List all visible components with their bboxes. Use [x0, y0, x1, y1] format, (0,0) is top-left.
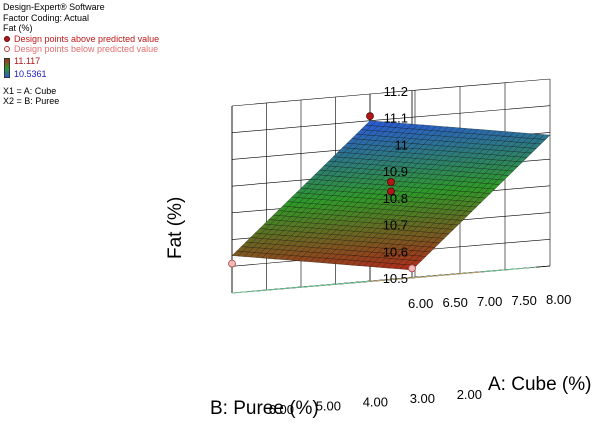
z-tick-label: 10.6	[383, 244, 408, 259]
x-tick-label: 8.00	[546, 292, 571, 307]
design-point-below	[228, 259, 236, 268]
z-tick-label: 10.9	[383, 164, 408, 179]
z-tick-label: 11	[395, 137, 409, 152]
z-tick-label: 10.7	[383, 218, 408, 233]
z-axis-label: Fat (%)	[165, 197, 186, 259]
design-point-above	[366, 112, 374, 121]
y-tick-label: 5.00	[316, 398, 341, 413]
z-tick-label: 10.8	[383, 191, 408, 206]
z-tick-label: 10.5	[383, 271, 408, 286]
x-axis-label: A: Cube (%)	[488, 374, 591, 395]
design-point-above	[387, 178, 395, 186]
y-axis-label: B: Puree (%)	[210, 398, 319, 419]
design-point-below	[408, 264, 416, 273]
x-tick-label: 6.00	[408, 296, 433, 311]
y-tick-label: 2.00	[457, 387, 482, 402]
surface-plot: 10.5 10.6 10.7 10.8 10.9 11 11.1 11.2 6.00 6.50 7.…	[165, 78, 591, 419]
x-tick-label: 7.50	[512, 293, 537, 308]
y-tick-label: 3.00	[410, 391, 435, 406]
z-tick-label: 11.1	[384, 111, 408, 126]
x-tick-label: 6.50	[443, 295, 468, 310]
z-tick-label: 11.2	[384, 84, 408, 99]
y-tick-label: 4.00	[363, 395, 388, 410]
x-tick-label: 7.00	[477, 294, 502, 309]
